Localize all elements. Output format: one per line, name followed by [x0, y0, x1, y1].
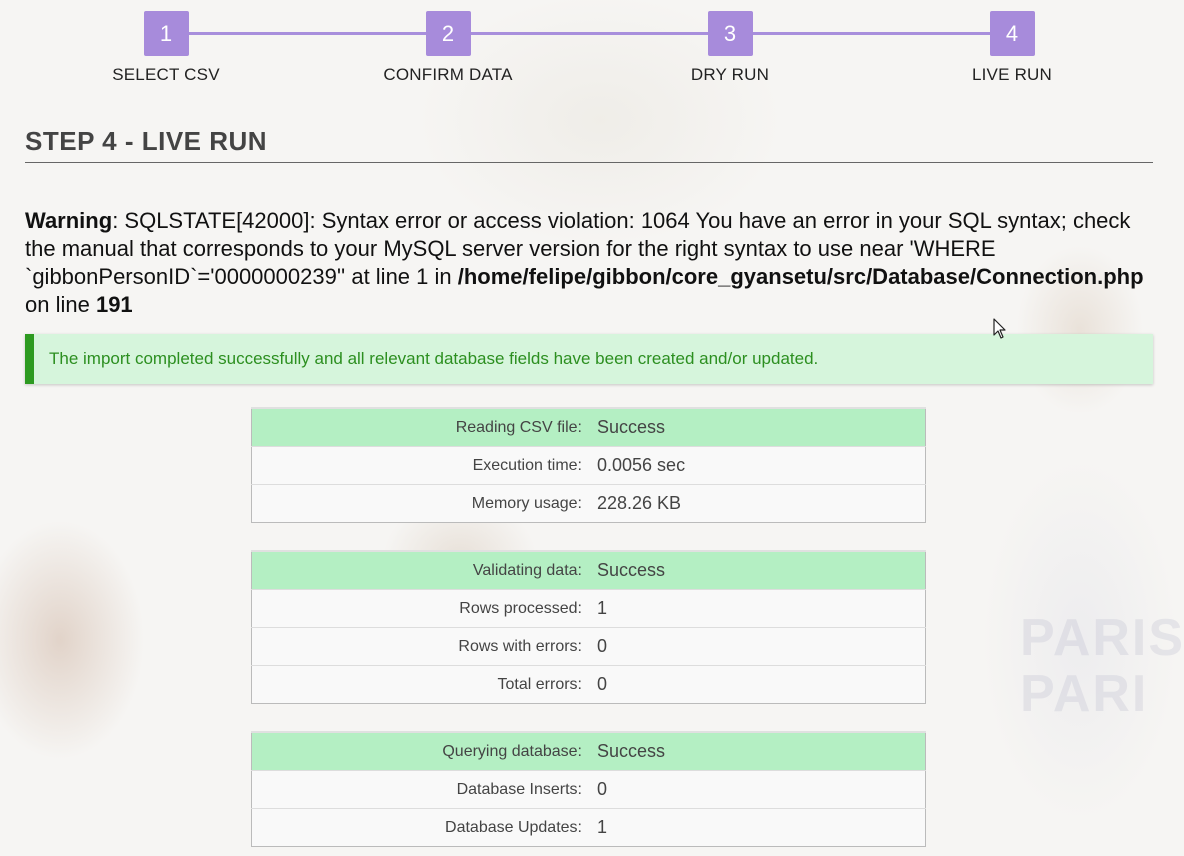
stat-label: Rows processed: — [251, 589, 582, 628]
stat-value: Success — [582, 731, 926, 771]
php-warning: Warning: SQLSTATE[42000]: Syntax error o… — [25, 207, 1150, 319]
step-label: DRY RUN — [690, 65, 770, 84]
stat-value: 0.0056 sec — [582, 446, 926, 485]
stats-table: Validating data: Success Rows processed:… — [251, 550, 926, 704]
stats-querying-database: Querying database: Success Database Inse… — [251, 731, 926, 847]
stat-label: Execution time: — [251, 446, 582, 485]
stat-label: Querying database: — [251, 731, 582, 771]
step-label: LIVE RUN — [971, 65, 1052, 84]
stats-validating-data: Validating data: Success Rows processed:… — [251, 550, 926, 704]
warning-label: Warning — [25, 208, 113, 233]
stat-value: 1 — [582, 589, 926, 628]
table-row: Database Updates: 1 — [251, 808, 926, 847]
success-message: The import completed successfully and al… — [25, 334, 1153, 384]
stat-value: 0 — [582, 627, 926, 666]
import-stepper: 1 SELECT CSV 2 CONFIRM DATA 3 DRY RUN 4 … — [0, 0, 1184, 100]
stat-label: Reading CSV file: — [251, 407, 582, 447]
background-shirt-print: PARIS PARI — [1020, 609, 1184, 723]
step-number: 4 — [989, 11, 1035, 56]
step-confirm-data: 2 CONFIRM DATA — [348, 11, 548, 85]
table-row: Rows processed: 1 — [251, 589, 926, 628]
stat-value: Success — [582, 407, 926, 447]
warning-file-path: /home/felipe/gibbon/core_gyansetu/src/Da… — [457, 264, 1144, 289]
stat-value: Success — [582, 550, 926, 590]
step-number: 3 — [707, 11, 753, 56]
stat-label: Memory usage: — [251, 484, 582, 523]
table-row: Validating data: Success — [251, 550, 926, 590]
stat-value: 0 — [582, 770, 926, 809]
stat-label: Total errors: — [251, 665, 582, 704]
step-label: CONFIRM DATA — [383, 65, 513, 84]
stats-table: Reading CSV file: Success Execution time… — [251, 407, 926, 523]
table-row: Querying database: Success — [251, 731, 926, 771]
table-row: Reading CSV file: Success — [251, 407, 926, 447]
table-row: Database Inserts: 0 — [251, 770, 926, 809]
step-live-run: 4 LIVE RUN — [912, 11, 1112, 85]
stat-label: Validating data: — [251, 550, 582, 590]
warning-on-line: on line — [25, 292, 96, 317]
stat-label: Database Updates: — [251, 808, 582, 847]
table-row: Memory usage: 228.26 KB — [251, 484, 926, 523]
mouse-cursor-icon — [993, 318, 1006, 339]
page-title: STEP 4 - LIVE RUN — [25, 126, 1153, 163]
warning-line-number: 191 — [95, 292, 133, 317]
table-row: Rows with errors: 0 — [251, 627, 926, 666]
step-select-csv: 1 SELECT CSV — [66, 11, 266, 85]
step-dry-run: 3 DRY RUN — [630, 11, 830, 85]
stat-value: 1 — [582, 808, 926, 847]
stats-table: Querying database: Success Database Inse… — [251, 731, 926, 847]
stat-label: Database Inserts: — [251, 770, 582, 809]
stepper-line — [166, 32, 1012, 35]
table-row: Execution time: 0.0056 sec — [251, 446, 926, 485]
stat-value: 0 — [582, 665, 926, 704]
table-row: Total errors: 0 — [251, 665, 926, 704]
stat-value: 228.26 KB — [582, 484, 926, 523]
step-number: 1 — [143, 11, 189, 56]
step-number: 2 — [425, 11, 471, 56]
step-label: SELECT CSV — [112, 65, 220, 84]
stats-reading-csv: Reading CSV file: Success Execution time… — [251, 407, 926, 523]
stat-label: Rows with errors: — [251, 627, 582, 666]
